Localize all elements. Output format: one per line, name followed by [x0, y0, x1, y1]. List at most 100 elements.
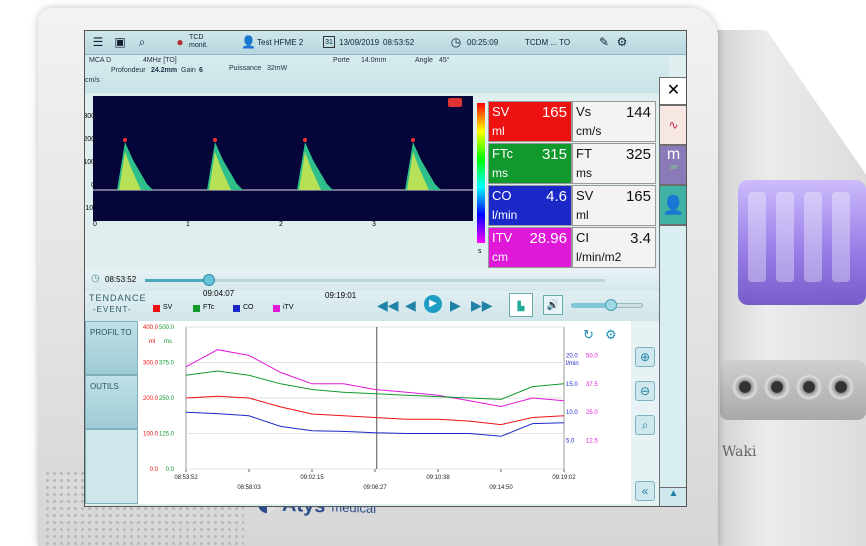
person-icon[interactable]: 👤 — [659, 185, 686, 225]
legend-label: CO — [243, 304, 254, 311]
power-value[interactable]: 32mW — [267, 65, 287, 72]
profil-button[interactable]: PROFIL TO — [85, 321, 138, 375]
legend-swatch — [153, 305, 160, 312]
param-secondary-sv[interactable]: SV ml 165 — [572, 185, 656, 226]
step-forward-icon[interactable]: ▶ — [450, 297, 461, 314]
peak-marker — [123, 138, 127, 142]
tcd-logo-icon: ● — [176, 35, 184, 49]
playback-progress — [145, 279, 209, 282]
axis-tick-label: 250.0 — [159, 396, 175, 402]
zoom-out-icon[interactable]: ⊖ — [635, 381, 655, 401]
connector-port[interactable] — [828, 374, 854, 400]
trend-subtitle: -EVENT- — [93, 305, 132, 314]
doppler-panel: s 300 200 100 0 -100 0 1 2 3 — [85, 93, 485, 269]
param-unit: l/min — [492, 208, 518, 222]
x-tick-label: 09:19:02 — [552, 475, 576, 481]
param-secondary-ft[interactable]: FT ms 325 — [572, 143, 656, 184]
legend-label: SV — [163, 304, 173, 311]
play-icon[interactable]: ▶ — [424, 295, 442, 313]
refresh-icon[interactable]: ↻ — [583, 327, 594, 343]
pulse-wave-icon[interactable]: ∿ — [659, 105, 686, 145]
param-itv[interactable]: ITV cm 28.96 — [488, 227, 572, 268]
probe-holder — [738, 180, 866, 305]
outils-button[interactable]: OUTILS — [85, 375, 138, 429]
param-unit: ml — [576, 208, 589, 222]
report-icon[interactable]: ✎ — [597, 35, 611, 49]
axis-tick-label: 5.0 — [566, 439, 575, 445]
side-menu: PROFIL TO OUTILS — [85, 321, 138, 504]
close-icon: ✕ — [666, 82, 681, 99]
volume-knob[interactable] — [604, 299, 617, 311]
m-button[interactable]: m on — [659, 145, 686, 185]
x-tick-label: 08:58:03 — [237, 485, 261, 491]
gear-icon[interactable]: ⚙ — [615, 35, 629, 49]
clock-icon: ◷ — [91, 273, 100, 284]
axis-tick-label: 125.0 — [159, 432, 175, 438]
legend-swatch — [193, 305, 200, 312]
speaker-icon[interactable] — [448, 98, 462, 107]
axis-tick-label: 300.0 — [143, 361, 159, 367]
x-tick-label: 09:02:15 — [300, 475, 324, 481]
probe-slot — [804, 192, 822, 282]
step-back-icon[interactable]: ◀ — [405, 297, 416, 314]
m-label: m — [666, 146, 681, 163]
param-unit: cm/s — [576, 124, 602, 138]
param-value: 165 — [625, 188, 651, 205]
calendar-icon: 31 — [323, 36, 335, 48]
axis-tick-label: 375.0 — [159, 361, 175, 367]
settings-icon[interactable]: ⚙ — [605, 327, 617, 343]
scroll-up-icon[interactable]: ▲ — [659, 487, 686, 506]
param-ftc[interactable]: FTc ms 315 — [488, 143, 572, 184]
peak-marker — [303, 138, 307, 142]
marker-icon[interactable]: ▙ — [509, 293, 533, 317]
gate-value[interactable]: 14.0mm — [361, 57, 386, 64]
axis-unit: ml — [149, 339, 155, 345]
trend-chart[interactable]: 08:53:52 08:58:03 09:02:15 09:06:27 09:10:38… — [138, 321, 631, 504]
patient-name[interactable]: Test HFME 2 — [257, 38, 303, 47]
patient-icon[interactable]: 👤 — [241, 35, 256, 49]
connector-port[interactable] — [764, 374, 790, 400]
legend-swatch — [233, 305, 240, 312]
end-time: 09:19:01 — [325, 291, 357, 300]
angle-label: Angle — [415, 57, 433, 64]
right-strip: ✕ ∿ m on 👤 ▲ — [659, 77, 686, 506]
zoom-in-icon[interactable]: ⊕ — [635, 347, 655, 367]
depth-label: Profondeur — [111, 67, 146, 74]
param-value: 28.96 — [529, 230, 567, 247]
fast-forward-icon[interactable]: ▶▶ — [471, 297, 493, 314]
mode: TCDM ... TO — [525, 38, 571, 47]
close-button[interactable]: ✕ — [659, 77, 686, 105]
volume-icon[interactable]: 🔊 — [543, 295, 563, 315]
axis-tick-label: 100.0 — [143, 432, 159, 438]
param-secondary-vs[interactable]: Vs cm/s 144 — [572, 101, 656, 142]
playback-handle[interactable] — [203, 274, 215, 286]
depth-value[interactable]: 24.2mm — [151, 67, 177, 74]
param-value: 325 — [625, 146, 651, 163]
connector-port[interactable] — [796, 374, 822, 400]
gain-value[interactable]: 6 — [199, 67, 203, 74]
axis-tick-label: 10.0 — [566, 410, 578, 416]
save-icon[interactable]: ▣ — [113, 35, 127, 49]
angle-value[interactable]: 45° — [439, 57, 450, 64]
axis-tick-label: 50.0 — [586, 353, 598, 359]
probe-slot — [748, 192, 766, 282]
time-tick: 2 — [279, 221, 283, 228]
zoom-fit-icon[interactable]: ⌕ — [635, 415, 655, 435]
collapse-icon[interactable]: « — [635, 481, 655, 501]
axis-tick-label: 0.0 — [150, 467, 159, 473]
doppler-spectrum[interactable] — [93, 96, 473, 221]
param-sv[interactable]: SV ml 165 — [488, 101, 572, 142]
connector-port[interactable] — [732, 374, 758, 400]
menu-icon[interactable]: ☰ — [91, 35, 105, 49]
axis-tick-label: 400.0 — [143, 325, 159, 331]
rewind-icon[interactable]: ◀◀ — [377, 297, 399, 314]
stopwatch-icon: ◷ — [450, 35, 462, 49]
param-secondary-ci[interactable]: CI l/min/m2 3.4 — [572, 227, 656, 268]
model-label: Waki — [722, 444, 757, 460]
x-tick-label: 08:53:52 — [174, 475, 198, 481]
legend-label: iTV — [283, 304, 294, 311]
param-co[interactable]: CO l/min 4.6 — [488, 185, 572, 226]
gain-label: Gain — [181, 67, 196, 74]
date: 13/09/2019 — [339, 38, 380, 47]
database-search-icon[interactable]: ⌕ — [135, 35, 149, 49]
